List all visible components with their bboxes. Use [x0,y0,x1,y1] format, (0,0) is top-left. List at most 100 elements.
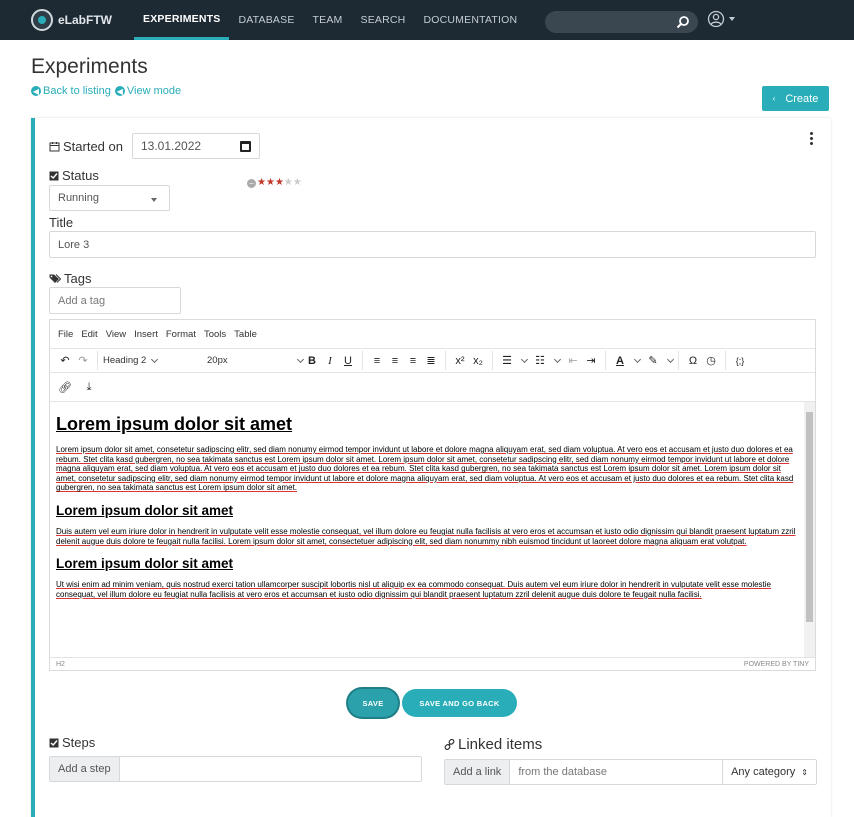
quick-search-input[interactable] [545,11,698,33]
chevron-down-icon[interactable] [553,355,562,363]
status-select[interactable]: Running [49,185,170,211]
chevron-down-icon[interactable] [633,355,642,363]
clock-icon[interactable]: ◷ [702,351,720,371]
nav-search[interactable]: SEARCH [352,0,415,40]
more-options-icon[interactable] [810,132,814,147]
link-icon[interactable]: 🔗︎ [56,377,74,397]
align-justify-icon[interactable]: ≣ [422,351,440,371]
content-heading-2: Lorem ipsum dolor sit amet [56,556,234,572]
text-color-icon[interactable]: A [611,351,629,371]
arrow-left-circle-icon: ◀ [31,86,41,96]
status-text: Status [62,168,99,183]
nav-team[interactable]: TEAM [304,0,352,40]
minus-circle-icon[interactable]: − [247,178,256,188]
chevron-down-icon [729,17,735,21]
sort-icon: ⇕ [801,767,808,777]
menu-tools[interactable]: Tools [204,329,226,340]
chevron-down-icon[interactable] [666,355,675,363]
redo-icon[interactable]: ↷ [74,351,92,371]
nav-experiments[interactable]: EXPERIMENTS [134,0,230,40]
subscript-icon[interactable]: x₂ [469,351,487,371]
indent-icon[interactable]: ⇥ [582,351,600,371]
numbered-list-icon[interactable]: ☷ [531,351,549,371]
editor-content[interactable]: Lorem ipsum dolor sit amet Lorem ipsum d… [50,402,804,657]
superscript-icon[interactable]: x² [451,351,469,371]
powered-by[interactable]: POWERED BY TINY [744,661,809,668]
font-size-value: 20px [207,355,228,366]
rating-stars[interactable]: − ★ ★ ★ ★ ★ [247,178,302,188]
undo-icon[interactable]: ↶ [56,351,74,371]
title-value: Lore 3 [58,238,90,251]
nav-documentation[interactable]: DOCUMENTATION [414,0,526,40]
link-search-input[interactable]: from the database [510,760,722,784]
star-icon[interactable]: ★ [266,178,275,188]
star-icon[interactable]: ★ [284,178,293,188]
tags-text: Tags [64,271,92,286]
nav-database[interactable]: DATABASE [229,0,303,40]
category-select[interactable]: Any category ⇕ [722,760,816,784]
underline-icon[interactable]: U [339,351,357,371]
chevron-down-icon[interactable] [520,355,529,363]
view-link-label: View mode [126,85,182,97]
menu-insert[interactable]: Insert [134,329,158,340]
code-icon[interactable]: {;} [731,351,749,371]
content-paragraph: Duis autem vel eum iriure dolor in hendr… [56,526,796,546]
create-label: Create [785,92,819,105]
chevron-left-icon: ‹ [772,94,776,103]
scrollbar-thumb[interactable] [806,412,813,622]
user-menu[interactable] [707,10,735,28]
date-input[interactable]: 13.01.2022 [132,133,260,159]
save-and-go-back-button[interactable]: SAVE AND GO BACK [402,689,517,717]
create-button[interactable]: ‹ Create [762,86,829,111]
star-icon[interactable]: ★ [257,178,266,188]
linked-items-text: Linked items [458,736,543,753]
brand-name: eLabFTW [58,13,112,27]
add-link-group: Add a link from the database Any categor… [444,759,817,785]
chevron-down-icon [151,355,159,363]
star-icon[interactable]: ★ [275,178,284,188]
block-format-select[interactable]: Heading 2 [103,355,207,366]
rich-text-editor: File Edit View Insert Format Tools Table… [49,319,816,671]
menu-file[interactable]: File [58,329,73,340]
editor-scrollbar[interactable] [804,402,815,657]
star-icon[interactable]: ★ [293,178,302,188]
content-heading-2: Lorem ipsum dolor sit amet [56,502,234,518]
save-button[interactable]: SAVE [348,689,398,717]
brand[interactable]: eLabFTW [31,0,112,40]
tag-input[interactable]: Add a tag [49,287,181,314]
view-mode-link[interactable]: ◀ View mode [114,85,182,97]
bullet-list-icon[interactable]: ☰ [498,351,516,371]
back-to-listing-link[interactable]: ◀ Back to listing [31,85,111,97]
align-left-icon[interactable]: ≡ [368,351,386,371]
toolbar-separator [97,351,98,370]
menu-format[interactable]: Format [166,329,196,340]
steps-text: Steps [62,735,96,750]
bold-icon[interactable]: B [303,351,321,371]
download-icon[interactable]: ⤓ [80,377,98,397]
add-step-group: Add a step [49,756,422,782]
calendar-picker-icon[interactable] [240,141,251,152]
step-input[interactable] [120,757,421,781]
tag-placeholder: Add a tag [58,294,106,307]
menu-edit[interactable]: Edit [81,329,97,340]
add-link-addon: Add a link [445,760,511,784]
menu-table[interactable]: Table [234,329,257,340]
outdent-icon[interactable]: ⇤ [564,351,582,371]
top-navbar: eLabFTW EXPERIMENTS DATABASE TEAM SEARCH… [0,0,854,40]
element-path[interactable]: H2 [56,661,65,668]
link-icon [444,739,455,750]
breadcrumb: ◀ Back to listing ◀ View mode [31,85,181,97]
title-input[interactable]: Lore 3 [49,231,816,258]
category-value: Any category [731,766,796,778]
align-center-icon[interactable]: ≡ [386,351,404,371]
user-circle-icon [707,10,725,28]
align-right-icon[interactable]: ≡ [404,351,422,371]
italic-icon[interactable]: I [321,351,339,371]
menu-view[interactable]: View [106,329,126,340]
special-character-icon[interactable]: Ω [684,351,702,371]
font-size-select[interactable]: 20px [207,355,305,366]
page-title: Experiments [31,55,148,78]
search-icon[interactable] [676,15,690,29]
highlight-icon[interactable]: ✎ [644,351,662,371]
started-on-label: Started on [49,139,123,154]
